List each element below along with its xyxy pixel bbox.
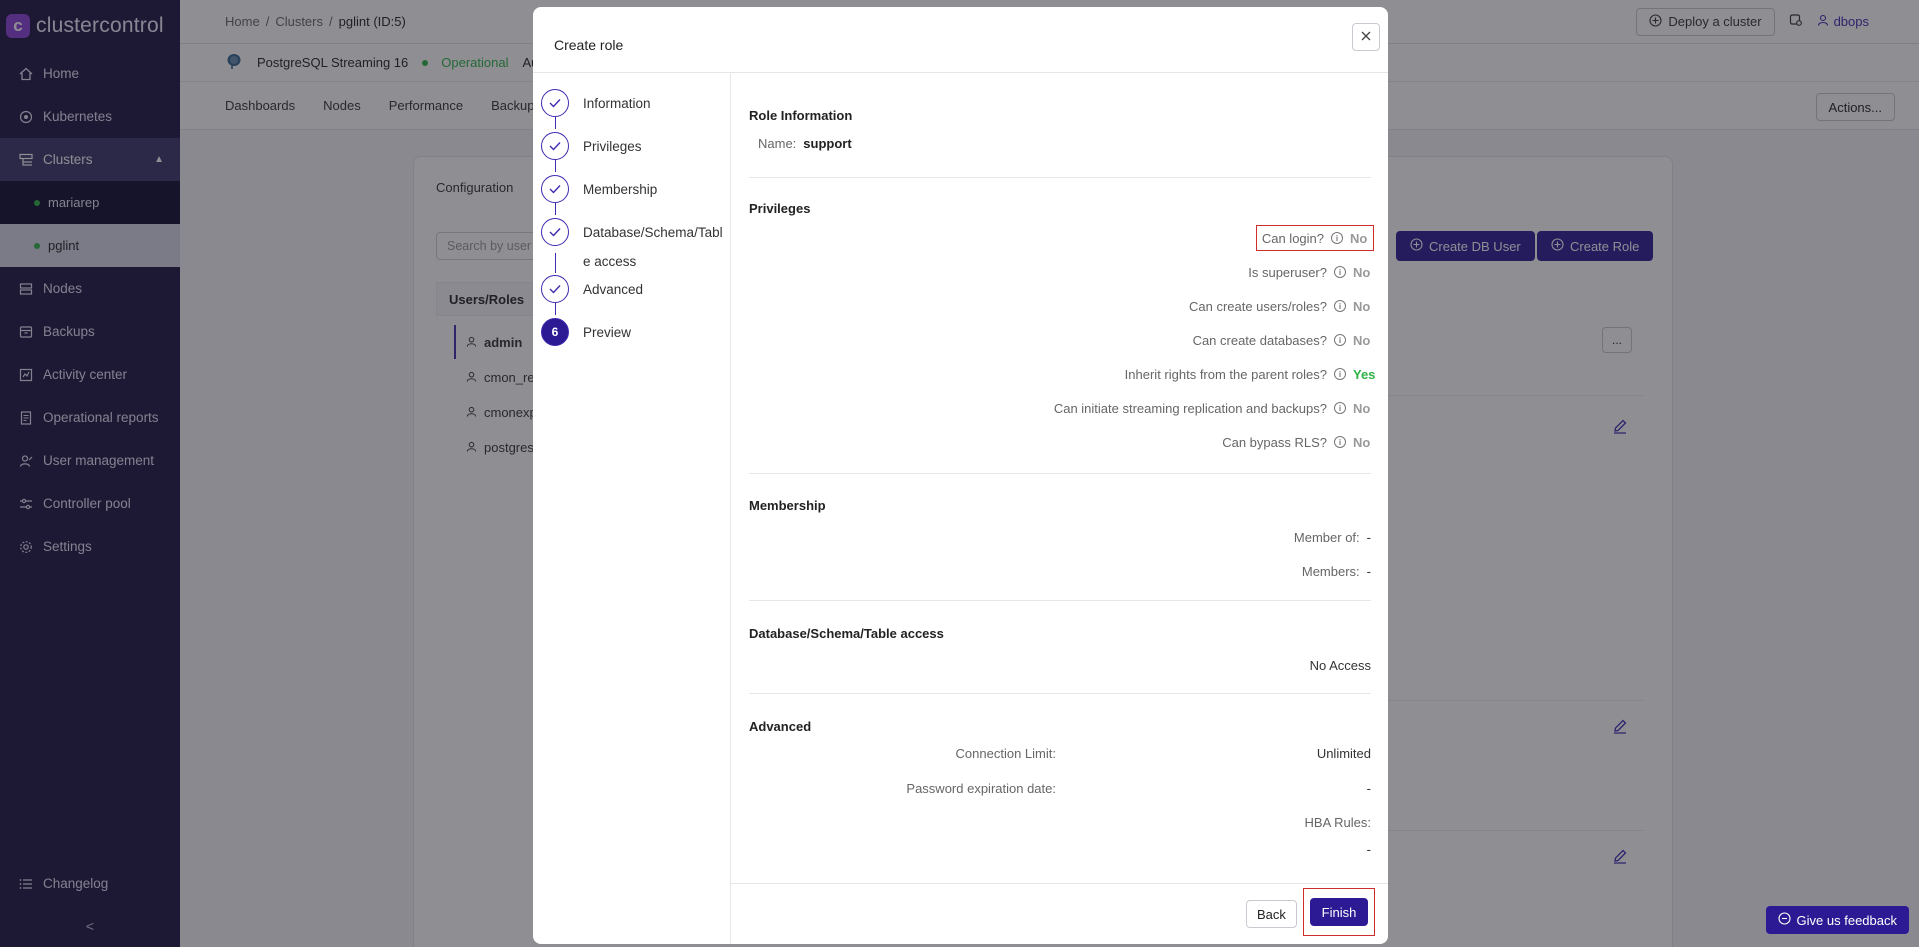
advanced-title: Advanced	[749, 719, 812, 734]
privilege-label: Can create databases?	[1192, 332, 1327, 348]
chat-icon	[1777, 912, 1791, 928]
privilege-label: Is superuser?	[1248, 264, 1327, 280]
step-label: Database/Schema/Table access	[583, 225, 723, 269]
connection-limit-row: Connection Limit: Unlimited	[749, 746, 1371, 766]
privilege-row: Can login? i No	[1255, 225, 1375, 251]
privilege-value: No	[1353, 298, 1371, 314]
check-icon	[541, 275, 569, 303]
step-label: Membership	[583, 182, 658, 197]
step-number: 6	[541, 318, 569, 346]
member-of-label: Member of:	[1293, 529, 1360, 545]
modal-title: Create role	[554, 37, 624, 53]
divider	[749, 473, 1371, 474]
step-information[interactable]: Information	[541, 89, 723, 118]
privilege-value: No	[1353, 434, 1371, 450]
step-connector	[555, 203, 556, 215]
password-expiration-row: Password expiration date: -	[749, 781, 1371, 801]
back-button[interactable]: Back	[1246, 900, 1297, 928]
privilege-row: Inherit rights from the parent roles? i …	[1124, 364, 1376, 384]
privilege-label: Can bypass RLS?	[1222, 434, 1327, 450]
step-label: Privileges	[583, 139, 642, 154]
hba-rules-value-row: -	[749, 842, 1371, 862]
step-advanced[interactable]: Advanced	[541, 275, 723, 304]
access-title: Database/Schema/Table access	[749, 626, 944, 641]
preview-panel: Role Information Name: support Privilege…	[749, 73, 1376, 883]
step-label: Advanced	[583, 282, 644, 297]
finish-button[interactable]: Finish	[1309, 898, 1369, 926]
members-label: Members:	[1301, 563, 1360, 579]
info-icon[interactable]: i	[1334, 300, 1346, 312]
check-icon	[541, 89, 569, 117]
info-icon[interactable]: i	[1331, 232, 1343, 244]
divider	[749, 177, 1371, 178]
step-privileges[interactable]: Privileges	[541, 132, 723, 161]
password-expiration-label: Password expiration date:	[906, 781, 1056, 796]
privilege-value: No	[1353, 332, 1371, 348]
access-value: No Access	[1309, 657, 1371, 673]
privilege-value: No	[1353, 264, 1371, 280]
membership-title: Membership	[749, 498, 826, 513]
step-connector	[555, 160, 556, 172]
step-label: Preview	[583, 325, 632, 340]
privilege-value: No	[1353, 400, 1371, 416]
hba-rules-value: -	[1366, 842, 1371, 857]
divider	[731, 883, 1388, 884]
check-icon	[541, 218, 569, 246]
members-row: Members: -	[1302, 561, 1371, 581]
role-information-title: Role Information	[749, 108, 853, 123]
step-connector	[555, 117, 556, 129]
close-button[interactable]	[1352, 23, 1380, 51]
wizard-steps: Information Privileges Membership Databa…	[533, 73, 731, 944]
privilege-value: Yes	[1353, 366, 1376, 382]
info-icon[interactable]: i	[1334, 436, 1346, 448]
privilege-row: Is superuser? i No	[1248, 262, 1371, 282]
privilege-row: Can bypass RLS? i No	[1222, 432, 1371, 452]
privilege-row: Can create databases? i No	[1193, 330, 1371, 350]
privilege-row: Can initiate streaming replication and b…	[1054, 398, 1371, 418]
give-feedback-label: Give us feedback	[1796, 912, 1897, 928]
privileges-title: Privileges	[749, 201, 811, 216]
create-role-modal: Create role Information Privileges Membe…	[533, 7, 1388, 944]
divider	[749, 693, 1371, 694]
finish-highlight: Finish	[1303, 888, 1375, 936]
info-icon[interactable]: i	[1334, 334, 1346, 346]
step-connector	[555, 303, 556, 315]
privilege-value: No	[1350, 230, 1368, 246]
give-feedback-button[interactable]: Give us feedback	[1765, 906, 1909, 934]
member-of-value: -	[1366, 529, 1371, 545]
role-name-label: Name:	[758, 136, 797, 151]
member-of-row: Member of: -	[1294, 527, 1371, 547]
password-expiration-value: -	[1366, 781, 1371, 796]
members-value: -	[1366, 563, 1371, 579]
check-icon	[541, 132, 569, 160]
privilege-label: Inherit rights from the parent roles?	[1124, 366, 1327, 382]
divider	[749, 600, 1371, 601]
check-icon	[541, 175, 569, 203]
privilege-label: Can login?	[1261, 230, 1324, 246]
step-preview[interactable]: 6 Preview	[541, 318, 723, 347]
info-icon[interactable]: i	[1334, 402, 1346, 414]
step-membership[interactable]: Membership	[541, 175, 723, 204]
info-icon[interactable]: i	[1334, 368, 1346, 380]
role-name-row: Name: support	[758, 136, 852, 151]
connection-limit-value: Unlimited	[1316, 746, 1371, 761]
privilege-label: Can initiate streaming replication and b…	[1053, 400, 1327, 416]
hba-rules-row: HBA Rules:	[749, 815, 1371, 835]
info-icon[interactable]: i	[1334, 266, 1346, 278]
privilege-label: Can create users/roles?	[1188, 298, 1327, 314]
hba-rules-label: HBA Rules:	[1304, 815, 1371, 830]
role-name-value: support	[803, 136, 852, 151]
close-icon	[1360, 30, 1372, 45]
privilege-row: Can create users/roles? i No	[1189, 296, 1371, 316]
step-database-access[interactable]: Database/Schema/Table access	[541, 218, 723, 276]
connection-limit-label: Connection Limit:	[955, 746, 1056, 761]
step-label: Information	[583, 96, 651, 111]
